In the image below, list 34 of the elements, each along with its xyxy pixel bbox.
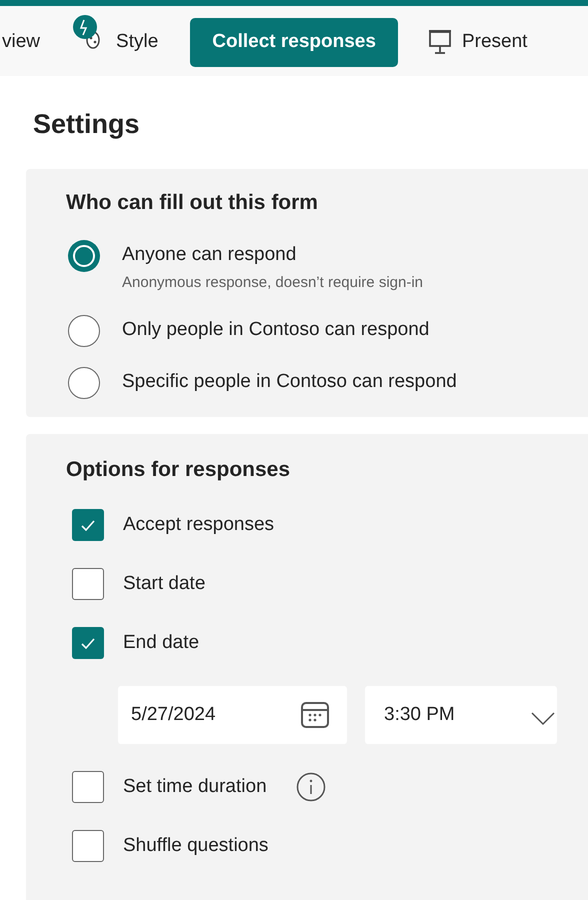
checkbox-label: Start date — [123, 572, 206, 596]
time-dropdown[interactable]: 3:30 PM — [365, 686, 557, 744]
section-heading: Options for responses — [66, 456, 292, 482]
toolbar-tab[interactable]: Present — [460, 18, 530, 66]
option-hint: Anonymous response, doesn’t require sign-in — [122, 273, 424, 293]
monitor-icon — [428, 29, 452, 55]
option-label: Specific people in Contoso can respond — [122, 370, 457, 394]
checkbox-label: Set time duration — [123, 774, 267, 799]
checkbox[interactable] — [72, 830, 104, 862]
checkbox[interactable] — [72, 771, 104, 803]
page-title: Settings — [33, 108, 141, 141]
toolbar-tab[interactable]: Collect responses — [190, 18, 398, 66]
check-icon — [81, 638, 95, 648]
checkbox-label: End date — [123, 630, 200, 655]
checkbox-label: Accept responses — [123, 512, 274, 537]
chevron-down-icon — [531, 712, 555, 726]
time-value: 3:30 PM — [384, 702, 455, 727]
section-heading: Who can fill out this form — [66, 190, 319, 216]
toolbar-tab[interactable]: view — [0, 18, 42, 66]
date-value: 5/27/2024 — [131, 702, 216, 727]
option-label: Only people in Contoso can respond — [122, 318, 430, 342]
date-field[interactable]: 5/27/2024 — [118, 686, 347, 744]
option-label: Anyone can respond — [122, 243, 298, 267]
info-icon[interactable] — [296, 772, 326, 802]
radio-button[interactable] — [68, 366, 100, 398]
checkbox-label: Shuffle questions — [123, 834, 268, 858]
check-icon — [81, 520, 95, 530]
toolbar-tab[interactable]: Style — [114, 18, 160, 66]
calendar-icon[interactable] — [300, 701, 330, 729]
checkbox[interactable] — [72, 509, 104, 541]
radio-button[interactable] — [68, 314, 100, 346]
checkbox[interactable] — [72, 568, 104, 600]
checkbox[interactable] — [72, 627, 104, 659]
radio-button[interactable] — [68, 240, 100, 272]
